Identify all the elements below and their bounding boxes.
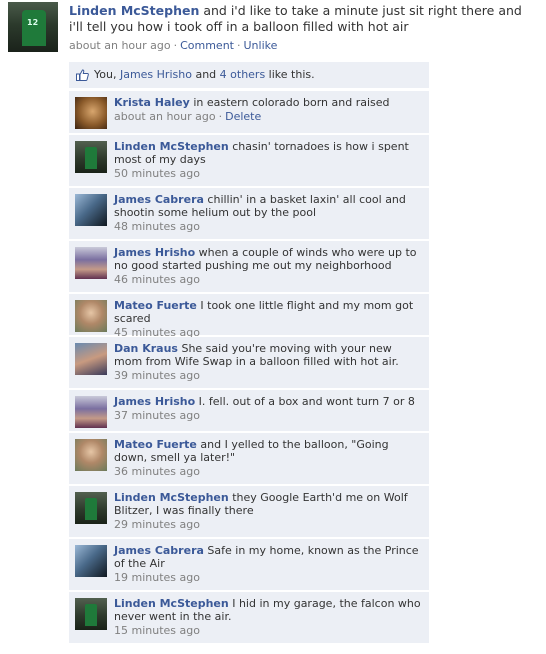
comment-timestamp: 46 minutes ago: [114, 273, 200, 286]
comment-timestamp: about an hour ago: [114, 110, 216, 123]
commenter-name-link[interactable]: James Hrisho: [114, 395, 195, 408]
post-body: Linden McStephen and i'd like to take a …: [69, 3, 539, 54]
likes-you: You: [94, 68, 113, 81]
comment-item: Krista Haley in eastern colorado born an…: [69, 91, 429, 133]
post-timestamp[interactable]: about an hour ago: [69, 39, 171, 52]
comment-meta: about an hour ago · Delete: [114, 110, 262, 123]
commenter-avatar[interactable]: [75, 194, 107, 226]
comment-timestamp: 15 minutes ago: [114, 624, 200, 637]
commenter-avatar[interactable]: [75, 343, 107, 375]
likes-person-link[interactable]: James Hrisho: [120, 68, 192, 81]
likes-bar: You, James Hrisho and 4 others like this…: [69, 62, 429, 89]
likes-suffix: like this.: [265, 68, 315, 81]
commenter-name-link[interactable]: James Cabrera: [114, 193, 204, 206]
comment-item: James Hrisho I. fell. out of a box and w…: [69, 390, 429, 431]
comment-timestamp: 50 minutes ago: [114, 167, 200, 180]
comment-item: James Cabrera chillin' in a basket laxin…: [69, 188, 429, 239]
thumbs-up-icon: [76, 69, 89, 81]
comment-timestamp: 48 minutes ago: [114, 220, 200, 233]
commenter-name-link[interactable]: Mateo Fuerte: [114, 299, 197, 312]
comment-timestamp: 39 minutes ago: [114, 369, 200, 382]
commenter-avatar[interactable]: [75, 300, 107, 332]
commenter-name-link[interactable]: Linden McStephen: [114, 491, 229, 504]
comment-timestamp: 36 minutes ago: [114, 465, 200, 478]
comment-item: James Hrisho when a couple of winds who …: [69, 241, 429, 292]
commenter-avatar[interactable]: [75, 545, 107, 577]
comment-link[interactable]: Comment: [180, 39, 234, 52]
commenter-name-link[interactable]: Mateo Fuerte: [114, 438, 197, 451]
unlike-link[interactable]: Unlike: [244, 39, 278, 52]
commenter-avatar[interactable]: [75, 141, 107, 173]
comment-text: I. fell. out of a box and wont turn 7 or…: [198, 395, 415, 408]
commenter-name-link[interactable]: James Cabrera: [114, 544, 204, 557]
comment-item: Linden McStephen I hid in my garage, the…: [69, 592, 429, 643]
author-avatar[interactable]: [8, 2, 58, 52]
status-post: Linden McStephen and i'd like to take a …: [8, 2, 538, 54]
comment-item: James Cabrera Safe in my home, known as …: [69, 539, 429, 590]
commenter-name-link[interactable]: Linden McStephen: [114, 597, 229, 610]
comment-item: Linden McStephen they Google Earth'd me …: [69, 486, 429, 537]
comment-timestamp: 29 minutes ago: [114, 518, 200, 531]
comment-item: Mateo Fuerte I took one little flight an…: [69, 294, 429, 339]
feedback-box: You, James Hrisho and 4 others like this…: [69, 62, 429, 645]
likes-sep: ,: [112, 68, 120, 81]
comment-text: in eastern colorado born and raised: [193, 96, 390, 109]
commenter-avatar[interactable]: [75, 247, 107, 279]
comment-timestamp: 19 minutes ago: [114, 571, 200, 584]
comment-timestamp: 37 minutes ago: [114, 409, 200, 422]
comment-item: Dan Kraus She said you're moving with yo…: [69, 337, 429, 388]
post-author-link[interactable]: Linden McStephen: [69, 3, 199, 18]
commenter-name-link[interactable]: Krista Haley: [114, 96, 190, 109]
commenter-avatar[interactable]: [75, 598, 107, 630]
commenter-name-link[interactable]: James Hrisho: [114, 246, 195, 259]
comment-item: Mateo Fuerte and I yelled to the balloon…: [69, 433, 429, 484]
post-meta: about an hour ago · Comment · Unlike: [69, 39, 278, 52]
comment-item: Linden McStephen chasin' tornadoes is ho…: [69, 135, 429, 186]
delete-link[interactable]: Delete: [225, 110, 261, 123]
commenter-avatar[interactable]: [75, 97, 107, 129]
likes-others-link[interactable]: 4 others: [220, 68, 266, 81]
commenter-name-link[interactable]: Dan Kraus: [114, 342, 178, 355]
commenter-avatar[interactable]: [75, 492, 107, 524]
commenter-name-link[interactable]: Linden McStephen: [114, 140, 229, 153]
commenter-avatar[interactable]: [75, 396, 107, 428]
commenter-avatar[interactable]: [75, 439, 107, 471]
likes-and: and: [191, 68, 220, 81]
